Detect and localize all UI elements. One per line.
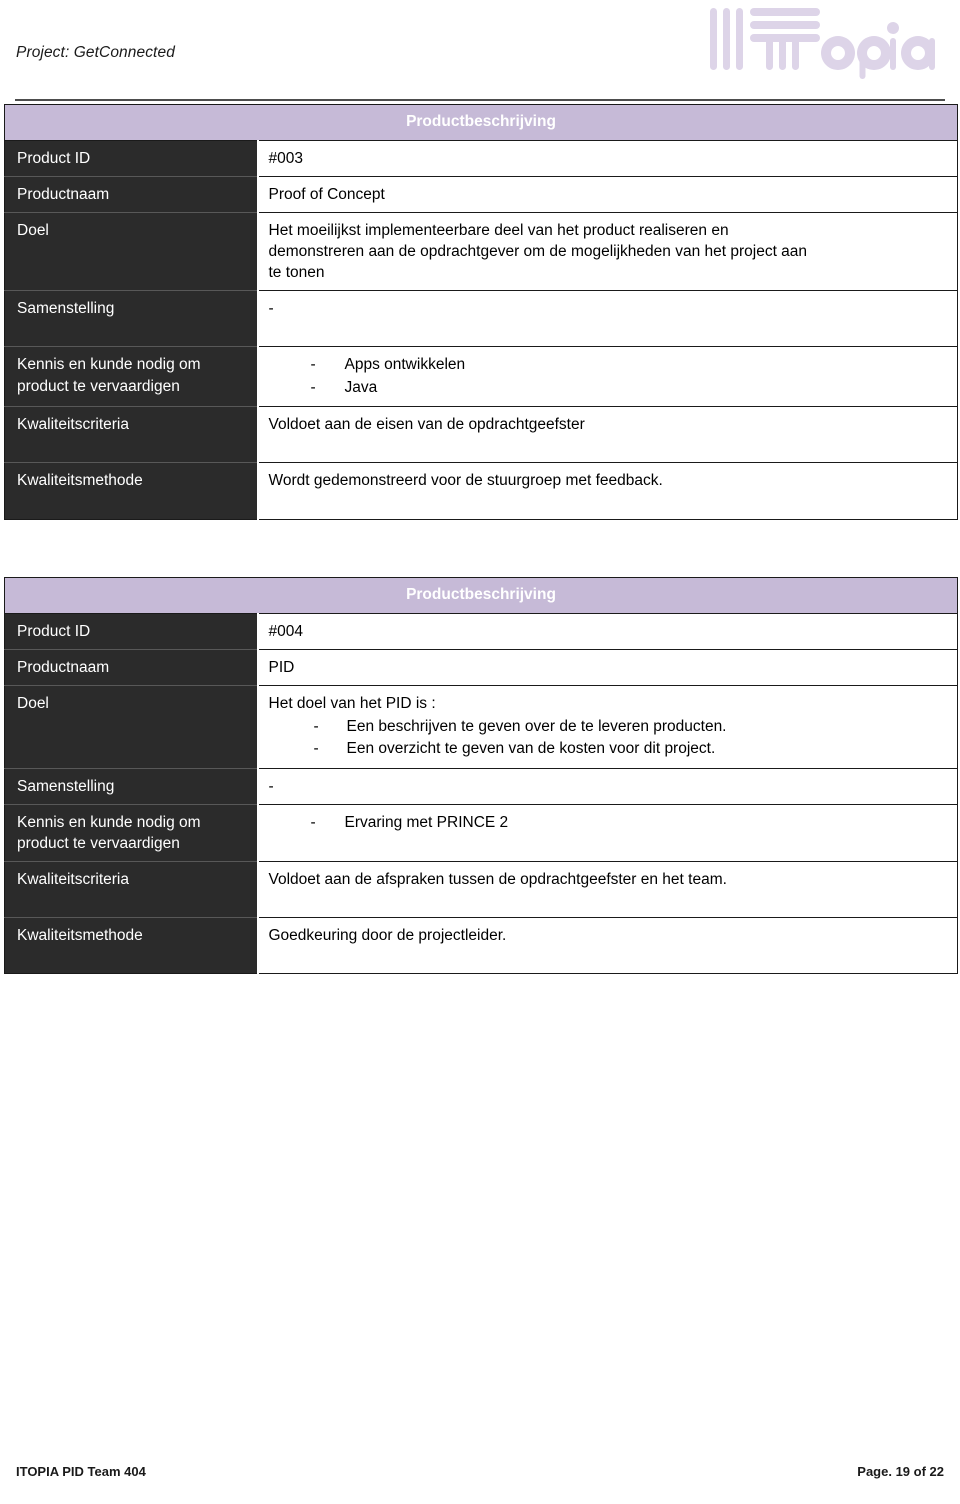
table-row: Kwaliteitscriteria Voldoet aan de afspra… xyxy=(4,861,958,918)
row-label: Product ID xyxy=(4,140,259,177)
value-filler xyxy=(269,492,950,512)
row-label: Doel xyxy=(4,684,259,769)
value-line: #003 xyxy=(268,150,303,167)
row-value: Proof of Concept xyxy=(257,176,958,213)
list-item-label: Java xyxy=(344,378,378,396)
row-label: Samenstelling xyxy=(4,290,259,347)
table-caption-row: Productbeschrijving xyxy=(4,576,958,614)
product-description-table: Productbeschrijving Product ID #004 Prod… xyxy=(4,576,958,975)
dash-bullet-icon: - xyxy=(310,356,316,374)
value-line: Voldoet aan de afspraken tussen de opdra… xyxy=(268,871,727,889)
row-label: Kwaliteitsmethode xyxy=(4,917,259,974)
row-label-line: Kennis en kunde nodig om xyxy=(17,356,201,374)
value-filler xyxy=(269,834,950,854)
page-footer: ITOPIA PID Team 404 Page. 19 of 22 xyxy=(0,1464,960,1488)
row-value: PID xyxy=(257,648,958,686)
value-filler xyxy=(269,435,950,455)
row-label: Productnaam xyxy=(4,648,259,686)
list-item: - Ervaring met PRINCE 2 xyxy=(269,812,950,834)
row-value: - xyxy=(257,767,958,805)
list-item-label: Een overzicht te geven van de kosten voo… xyxy=(346,740,716,758)
table-caption: Productbeschrijving xyxy=(4,576,958,614)
document-body: Productbeschrijving Product ID #003 Prod… xyxy=(0,104,960,975)
row-label-line: Kennis en kunde nodig om xyxy=(17,813,201,831)
table-caption: Productbeschrijving xyxy=(4,104,958,141)
product-description-table: Productbeschrijving Product ID #003 Prod… xyxy=(4,104,958,520)
row-label: Productnaam xyxy=(4,176,259,213)
row-value: Het moeilijkst implementeerbare deel van… xyxy=(257,212,958,291)
row-label: Samenstelling xyxy=(4,767,259,805)
footer-page-number: Page. 19 of 22 xyxy=(857,1464,944,1479)
table-caption-row: Productbeschrijving xyxy=(4,104,958,141)
value-line: PID xyxy=(268,658,295,676)
dash-bullet-icon: - xyxy=(310,378,316,396)
row-value: Wordt gedemonstreerd voor de stuurgroep … xyxy=(257,462,958,520)
list-item-label: Ervaring met PRINCE 2 xyxy=(344,813,509,831)
list-item: - Een beschrijven te geven over de te lev… xyxy=(269,716,950,738)
value-filler xyxy=(269,319,950,339)
row-value: - Ervaring met PRINCE 2 xyxy=(257,803,958,862)
value-filler xyxy=(269,946,950,966)
table-row: Doel Het moeilijkst implementeerbare dee… xyxy=(4,212,958,291)
table-row: Kennis en kunde nodig om product te verv… xyxy=(4,346,958,407)
value-filler xyxy=(269,890,950,910)
row-label: Kwaliteitscriteria xyxy=(4,406,259,463)
row-label-line: product te vervaardigen xyxy=(17,377,180,395)
dash-bullet-icon: - xyxy=(310,813,316,831)
value-line: demonstreren aan de opdrachtgever om de … xyxy=(268,243,808,261)
row-label: Product ID xyxy=(4,613,259,650)
itopia-logo-icon xyxy=(704,4,942,82)
row-value: Het doel van het PID is : - Een beschrijv… xyxy=(257,684,958,769)
bullet-list: - Ervaring met PRINCE 2 xyxy=(269,812,950,834)
table-row: Productnaam PID xyxy=(4,648,958,686)
table-row: Kennis en kunde nodig om product te verv… xyxy=(4,803,958,862)
table-row: Doel Het doel van het PID is : - Een besc… xyxy=(4,684,958,769)
table-row: Kwaliteitsmethode Goedkeuring door de pr… xyxy=(4,917,958,974)
value-line: - xyxy=(268,300,274,318)
row-label: Kwaliteitsmethode xyxy=(4,462,259,520)
list-item: - Java xyxy=(269,377,950,399)
value-line: Het doel van het PID is : xyxy=(268,694,436,712)
value-line: Wordt gedemonstreerd voor de stuurgroep … xyxy=(268,472,663,490)
row-value: - Apps ontwikkelen - Java xyxy=(257,346,958,407)
list-item-label: Apps ontwikkelen xyxy=(344,356,466,374)
list-item: - Een overzicht te geven van de kosten vo… xyxy=(269,738,950,760)
row-label: Kennis en kunde nodig om product te verv… xyxy=(4,803,259,862)
dash-bullet-icon: - xyxy=(313,740,319,758)
value-line: Proof of Concept xyxy=(268,186,385,204)
table-row: Samenstelling - xyxy=(4,767,958,805)
row-value: Goedkeuring door de projectleider. xyxy=(257,917,958,974)
value-line: Goedkeuring door de projectleider. xyxy=(268,927,507,945)
list-item-label: Een beschrijven te geven over de te leve… xyxy=(346,717,727,735)
table-row: Samenstelling - xyxy=(4,290,958,347)
page-header: Project: GetConnected xyxy=(0,0,960,104)
row-label: Kwaliteitscriteria xyxy=(4,861,259,918)
table-row: Product ID #003 xyxy=(4,140,958,177)
row-value: Voldoet aan de afspraken tussen de opdra… xyxy=(257,861,958,918)
header-divider xyxy=(15,99,945,101)
value-line: te tonen xyxy=(268,264,325,282)
dash-bullet-icon: - xyxy=(313,717,319,735)
value-line: Het moeilijkst implementeerbare deel van… xyxy=(268,222,729,240)
row-value: #003 xyxy=(257,140,958,177)
bullet-list: - Een beschrijven te geven over de te lev… xyxy=(269,716,950,761)
row-label: Doel xyxy=(4,212,259,291)
value-line: Voldoet aan de eisen van de opdrachtgeef… xyxy=(268,416,585,434)
value-line: #004 xyxy=(268,622,303,640)
project-title: Project: GetConnected xyxy=(16,44,175,61)
row-label-line: product te vervaardigen xyxy=(17,834,180,852)
bullet-list: - Apps ontwikkelen - Java xyxy=(269,354,950,399)
row-value: #004 xyxy=(257,613,958,650)
table-row: Product ID #004 xyxy=(4,613,958,650)
table-row: Productnaam Proof of Concept xyxy=(4,176,958,213)
table-row: Kwaliteitsmethode Wordt gedemonstreerd v… xyxy=(4,462,958,520)
list-item: - Apps ontwikkelen xyxy=(269,354,950,376)
row-label: Kennis en kunde nodig om product te verv… xyxy=(4,346,259,407)
table-row: Kwaliteitscriteria Voldoet aan de eisen … xyxy=(4,406,958,463)
footer-document-label: ITOPIA PID Team 404 xyxy=(16,1464,146,1479)
row-value: - xyxy=(257,290,958,347)
value-line: - xyxy=(268,777,274,795)
row-value: Voldoet aan de eisen van de opdrachtgeef… xyxy=(257,406,958,463)
